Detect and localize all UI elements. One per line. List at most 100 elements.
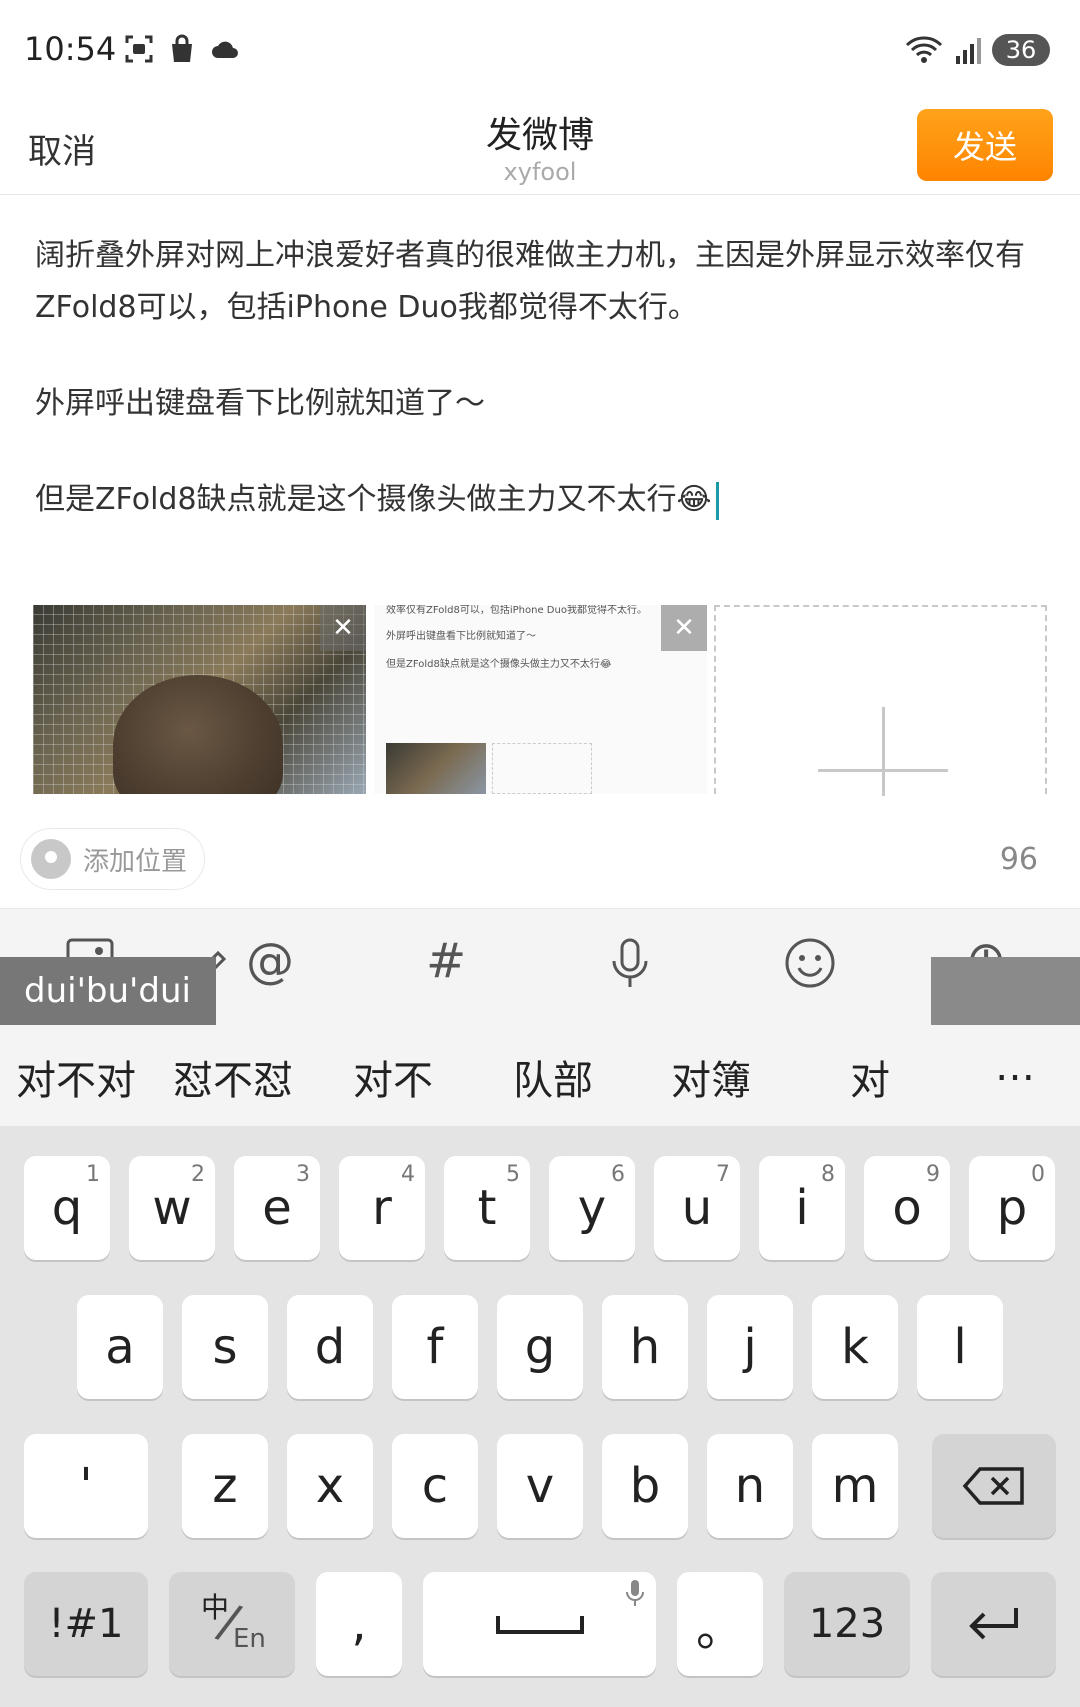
key-u[interactable]: u7 — [654, 1156, 740, 1260]
key-label: e — [262, 1180, 292, 1236]
language-switch-key[interactable]: 中 / En — [169, 1572, 295, 1676]
key-h[interactable]: h — [602, 1295, 688, 1399]
key-c[interactable]: c — [392, 1434, 478, 1538]
key-y[interactable]: y6 — [549, 1156, 635, 1260]
enter-key[interactable] — [931, 1572, 1056, 1676]
battery-indicator: 36 — [992, 34, 1050, 66]
period-key[interactable]: 。 — [677, 1572, 763, 1676]
key-o[interactable]: o9 — [864, 1156, 950, 1260]
mini-preview-image — [386, 743, 486, 794]
key-p[interactable]: p0 — [969, 1156, 1055, 1260]
location-pin-icon — [31, 839, 71, 879]
post-paragraph: 阔折叠外屏对网上冲浪爱好者真的很难做主力机，主因是外屏显示效率仅有ZFold8可… — [35, 238, 1025, 325]
key-s[interactable]: s — [182, 1295, 268, 1399]
key-apostrophe[interactable]: ' — [24, 1434, 148, 1538]
comma-key[interactable]: , — [316, 1572, 402, 1676]
key-label: i — [795, 1180, 809, 1236]
wifi-icon — [905, 36, 943, 63]
key-label: q — [51, 1180, 83, 1236]
key-label: y — [577, 1180, 607, 1236]
numbers-key[interactable]: 123 — [784, 1572, 910, 1676]
add-image-button[interactable] — [714, 605, 1047, 796]
key-label: o — [892, 1180, 922, 1236]
key-t[interactable]: t5 — [444, 1156, 530, 1260]
mini-preview-line: 但是ZFold8缺点就是这个摄像头做主力又不太行😂 — [386, 659, 612, 670]
key-v[interactable]: v — [497, 1434, 583, 1538]
mention-icon[interactable]: @ — [246, 933, 294, 989]
key-label: w — [152, 1180, 192, 1236]
enter-icon — [968, 1608, 1018, 1640]
keyboard: q1 w2 e3 r4 t5 y6 u7 i8 o9 p0 a s d f g … — [0, 1126, 1080, 1707]
header-divider — [0, 194, 1080, 195]
signal-icon — [956, 38, 981, 64]
key-number: 9 — [926, 1162, 940, 1187]
status-time: 10:54 — [24, 30, 117, 68]
candidate-item[interactable]: 对 — [850, 1048, 890, 1106]
emoji-icon[interactable] — [784, 937, 836, 989]
key-r[interactable]: r4 — [339, 1156, 425, 1260]
key-k[interactable]: k — [812, 1295, 898, 1399]
key-number: 0 — [1031, 1162, 1045, 1187]
candidate-item[interactable]: 对簿 — [671, 1048, 751, 1106]
space-key[interactable] — [423, 1572, 656, 1676]
key-m[interactable]: m — [812, 1434, 898, 1538]
key-j[interactable]: j — [707, 1295, 793, 1399]
key-n[interactable]: n — [707, 1434, 793, 1538]
text-cursor — [715, 481, 719, 520]
post-text-area[interactable]: 阔折叠外屏对网上冲浪爱好者真的很难做主力机，主因是外屏显示效率仅有ZFold8可… — [35, 230, 1045, 570]
key-number: 6 — [611, 1162, 625, 1187]
key-number: 2 — [191, 1162, 205, 1187]
candidate-item[interactable]: 队部 — [513, 1048, 593, 1106]
remove-image-button[interactable]: ✕ — [661, 605, 707, 651]
key-d[interactable]: d — [287, 1295, 373, 1399]
key-b[interactable]: b — [602, 1434, 688, 1538]
candidate-item[interactable]: 对不对 — [16, 1048, 136, 1106]
candidate-item[interactable]: 怼不怼 — [173, 1048, 293, 1106]
hashtag-icon[interactable]: # — [426, 933, 466, 989]
microphone-icon[interactable] — [608, 937, 652, 989]
symbols-key[interactable]: !#1 — [24, 1572, 148, 1676]
key-w[interactable]: w2 — [129, 1156, 215, 1260]
key-number: 5 — [506, 1162, 520, 1187]
shopping-bag-icon — [172, 34, 192, 62]
lang-en-label: En — [233, 1624, 266, 1654]
key-l[interactable]: l — [917, 1295, 1003, 1399]
key-label: u — [681, 1180, 713, 1236]
remove-image-button[interactable]: ✕ — [320, 605, 366, 651]
more-candidates-button[interactable]: … — [995, 1044, 1035, 1090]
plus-icon — [882, 707, 885, 796]
mini-preview-line: 效率仅有ZFold8可以，包括iPhone Duo我都觉得不太行。 — [386, 605, 647, 616]
key-label: p — [996, 1180, 1028, 1236]
key-number: 4 — [401, 1162, 415, 1187]
backspace-icon — [962, 1467, 1024, 1505]
key-x[interactable]: x — [287, 1434, 373, 1538]
key-number: 3 — [296, 1162, 310, 1187]
space-bar-icon — [495, 1616, 584, 1634]
key-number: 7 — [716, 1162, 730, 1187]
key-number: 8 — [821, 1162, 835, 1187]
post-paragraph-text: 但是ZFold8缺点就是这个摄像头做主力又不太行😂 — [35, 482, 712, 517]
key-i[interactable]: i8 — [759, 1156, 845, 1260]
add-location-label: 添加位置 — [83, 846, 188, 877]
key-f[interactable]: f — [392, 1295, 478, 1399]
microphone-icon — [626, 1580, 644, 1606]
ime-overlay — [931, 957, 1080, 1025]
screenshot-thumbnail[interactable]: 效率仅有ZFold8可以，包括iPhone Duo我都觉得不太行。 外屏呼出键盘… — [374, 605, 707, 794]
screenshot-icon — [125, 35, 153, 63]
ime-composing-text: dui'bu'dui — [0, 957, 216, 1025]
status-right-icons: 36 — [904, 34, 1050, 66]
key-q[interactable]: q1 — [24, 1156, 110, 1260]
send-button[interactable]: 发送 — [917, 109, 1053, 181]
backspace-key[interactable] — [932, 1434, 1056, 1538]
add-location-button[interactable]: 添加位置 — [20, 828, 205, 890]
post-paragraph: 外屏呼出键盘看下比例就知道了～ — [35, 386, 485, 421]
key-g[interactable]: g — [497, 1295, 583, 1399]
key-e[interactable]: e3 — [234, 1156, 320, 1260]
image-thumbnail[interactable]: ✕ — [33, 605, 366, 794]
key-z[interactable]: z — [182, 1434, 268, 1538]
cloud-icon — [212, 41, 238, 58]
post-paragraph: 但是ZFold8缺点就是这个摄像头做主力又不太行😂 — [35, 474, 1045, 526]
key-a[interactable]: a — [77, 1295, 163, 1399]
candidate-item[interactable]: 对不 — [353, 1048, 433, 1106]
ime-candidate-bar: 对不对 怼不怼 对不 队部 对簿 对 … — [0, 1026, 1080, 1126]
